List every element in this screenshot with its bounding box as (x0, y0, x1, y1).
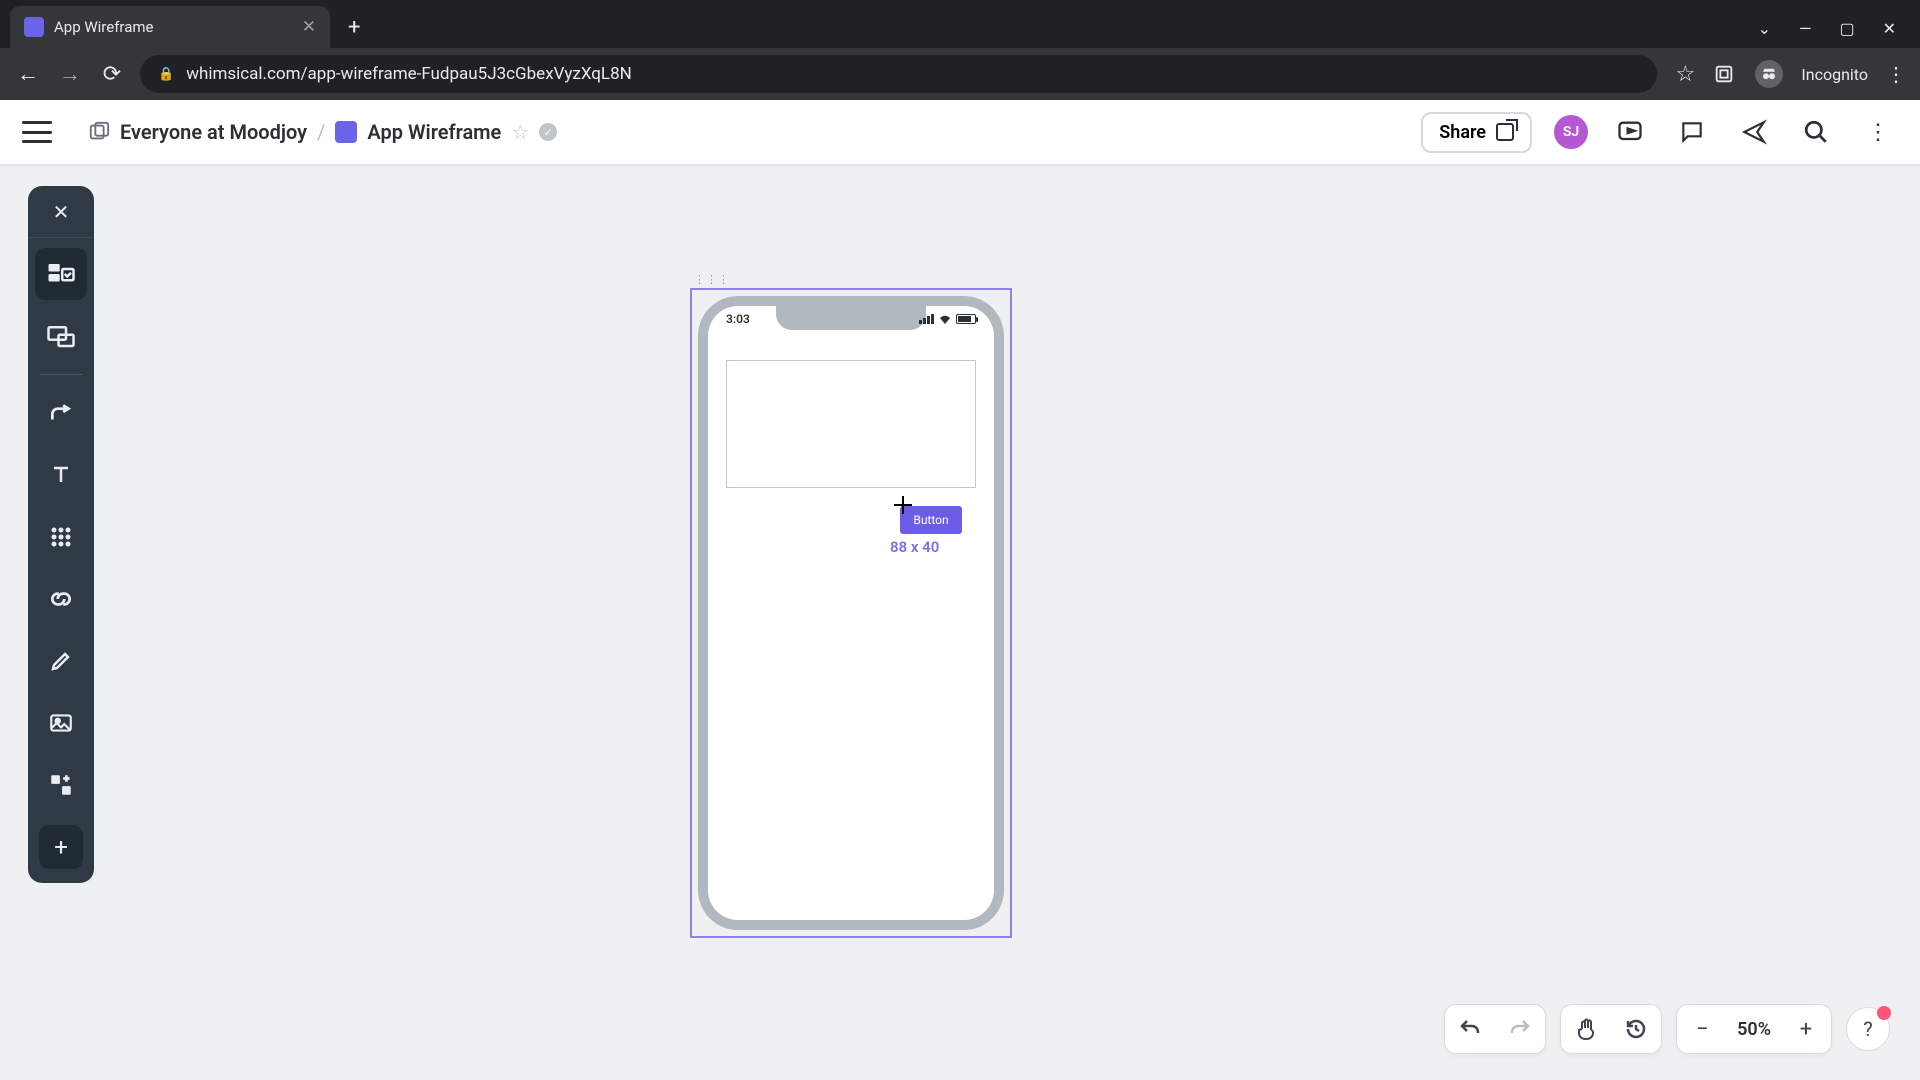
drag-handle-icon[interactable]: ⋮⋮⋮ (694, 273, 730, 286)
wireframe-rectangle[interactable] (726, 360, 976, 488)
notification-dot-icon (1877, 1006, 1891, 1020)
tab-title: App Wireframe (54, 18, 292, 36)
reload-button[interactable]: ⟳ (98, 62, 126, 87)
bottom-controls: − 50% + ? (1444, 1004, 1890, 1054)
wifi-icon (939, 314, 951, 324)
image-tool[interactable] (35, 697, 87, 749)
history-clock-button[interactable] (1611, 1004, 1661, 1054)
sync-check-icon: ✓ (539, 123, 557, 141)
hand-tool-button[interactable] (1561, 1004, 1611, 1054)
incognito-icon (1755, 60, 1783, 88)
tab-favicon-icon (24, 17, 44, 37)
link-tool[interactable] (35, 573, 87, 625)
new-tab-button[interactable]: + (348, 15, 360, 40)
doc-title[interactable]: App Wireframe (367, 120, 501, 144)
lock-icon: 🔒 (158, 67, 174, 82)
avatar[interactable]: SJ (1554, 115, 1588, 149)
text-tool[interactable] (35, 449, 87, 501)
app-header: Everyone at Moodjoy / App Wireframe ☆ ✓ … (0, 100, 1920, 166)
breadcrumb: Everyone at Moodjoy / App Wireframe ☆ ✓ (88, 120, 557, 144)
phone-status-bar: 3:03 (708, 312, 994, 326)
undo-button[interactable] (1445, 1004, 1495, 1054)
components-tool[interactable] (35, 759, 87, 811)
menu-button[interactable] (22, 121, 52, 143)
comments-button[interactable] (1672, 112, 1712, 152)
pencil-tool[interactable] (35, 635, 87, 687)
share-label: Share (1439, 122, 1486, 143)
workspace-icon (88, 121, 110, 143)
help-button[interactable]: ? (1846, 1007, 1890, 1051)
incognito-label: Incognito (1801, 65, 1868, 84)
browser-address-bar: ← → ⟳ 🔒 whimsical.com/app-wireframe-Fudp… (0, 48, 1920, 100)
dimensions-label: 88 x 40 (890, 538, 939, 556)
url-text: whimsical.com/app-wireframe-Fudpau5J3cGb… (186, 64, 632, 84)
maximize-icon[interactable]: ▢ (1839, 19, 1854, 38)
add-tool-button[interactable]: + (39, 825, 83, 869)
left-toolbar: ✕ + (28, 186, 94, 883)
icons-tool[interactable] (35, 511, 87, 563)
favorite-star-icon[interactable]: ☆ (511, 120, 529, 144)
phone-time: 3:03 (726, 312, 750, 326)
browser-tab-strip: App Wireframe ✕ + ⌄ — ▢ ✕ (0, 0, 1920, 48)
zoom-level[interactable]: 50% (1727, 1019, 1781, 1040)
send-button[interactable] (1734, 112, 1774, 152)
present-button[interactable] (1610, 112, 1650, 152)
chevron-down-icon[interactable]: ⌄ (1758, 19, 1771, 38)
battery-icon (956, 314, 976, 324)
zoom-out-button[interactable]: − (1677, 1004, 1727, 1054)
share-button[interactable]: Share (1421, 112, 1532, 153)
back-button[interactable]: ← (14, 61, 42, 87)
close-window-icon[interactable]: ✕ (1883, 19, 1896, 38)
view-controls (1560, 1004, 1662, 1054)
window-controls: ⌄ — ▢ ✕ (1758, 19, 1920, 38)
browser-menu-icon[interactable]: ⋮ (1886, 62, 1906, 86)
workspace-name[interactable]: Everyone at Moodjoy (120, 120, 307, 144)
frame-tool[interactable] (35, 310, 87, 362)
zoom-controls: − 50% + (1676, 1004, 1832, 1054)
forward-button[interactable]: → (56, 61, 84, 87)
elements-tool[interactable] (35, 248, 87, 300)
doc-favicon-icon (335, 121, 357, 143)
toolbar-close-icon[interactable]: ✕ (28, 186, 94, 238)
history-controls (1444, 1004, 1546, 1054)
address-input[interactable]: 🔒 whimsical.com/app-wireframe-Fudpau5J3c… (140, 55, 1657, 93)
search-button[interactable] (1796, 112, 1836, 152)
app-menu-icon[interactable]: ⋮ (1858, 112, 1898, 152)
bookmark-star-icon[interactable]: ☆ (1671, 62, 1699, 87)
browser-tab[interactable]: App Wireframe ✕ (10, 6, 330, 48)
minimize-icon[interactable]: — (1799, 19, 1812, 38)
connector-tool[interactable] (35, 387, 87, 439)
phone-frame[interactable]: 3:03 Button 88 x 40 (698, 296, 1004, 930)
extensions-icon[interactable] (1713, 63, 1741, 85)
canvas[interactable]: ✕ + ⋮⋮⋮ (0, 166, 1920, 1080)
share-icon (1496, 123, 1514, 141)
wireframe-button-label: Button (913, 513, 948, 527)
redo-button[interactable] (1495, 1004, 1545, 1054)
wireframe-button-element[interactable]: Button (900, 506, 962, 534)
signal-icon (919, 314, 934, 324)
phone-screen: 3:03 Button 88 x 40 (708, 306, 994, 920)
zoom-in-button[interactable]: + (1781, 1004, 1831, 1054)
breadcrumb-separator: / (317, 120, 325, 144)
close-tab-icon[interactable]: ✕ (302, 17, 316, 37)
